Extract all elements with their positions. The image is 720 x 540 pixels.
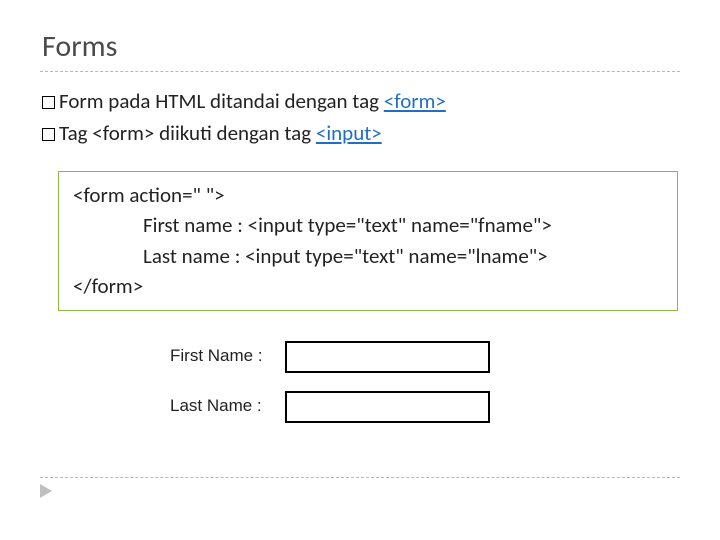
form-row-last-name: Last Name :	[170, 391, 680, 423]
code-line-1: <form action=" ">	[73, 180, 663, 210]
bullet-list: Form pada HTML ditandai dengan tag <form…	[42, 86, 680, 149]
bullet-1-text: Form pada HTML ditandai dengan tag	[59, 88, 384, 114]
last-name-label: Last Name :	[170, 391, 285, 416]
first-name-input[interactable]	[285, 341, 490, 373]
slide-title: Forms	[42, 28, 680, 65]
bullet-item-1: Form pada HTML ditandai dengan tag <form…	[42, 86, 680, 118]
last-name-input[interactable]	[285, 391, 490, 423]
slide-marker-icon	[40, 484, 52, 498]
bullet-2-prefix: Tag	[59, 120, 92, 146]
form-row-first-name: First Name :	[170, 341, 680, 373]
footer-divider	[40, 477, 680, 478]
bullet-item-2: Tag <form> diikuti dengan tag <input>	[42, 118, 680, 150]
code-line-4: </form>	[73, 271, 663, 301]
code-line-2: First name : <input type="text" name="fn…	[73, 210, 663, 240]
square-bullet-icon	[42, 96, 55, 109]
square-bullet-icon	[42, 128, 55, 141]
title-divider	[40, 71, 680, 72]
bullet-2-tag: <input>	[316, 120, 382, 146]
code-example-box: <form action=" "> First name : <input ty…	[58, 171, 678, 311]
bullet-1-tag: <form>	[384, 88, 446, 114]
code-line-3: Last name : <input type="text" name="lna…	[73, 241, 663, 271]
bullet-2-mid: <form>	[92, 120, 154, 146]
bullet-2-text: diikuti dengan tag	[154, 120, 316, 146]
form-preview: First Name : Last Name :	[170, 341, 680, 423]
first-name-label: First Name :	[170, 341, 285, 366]
